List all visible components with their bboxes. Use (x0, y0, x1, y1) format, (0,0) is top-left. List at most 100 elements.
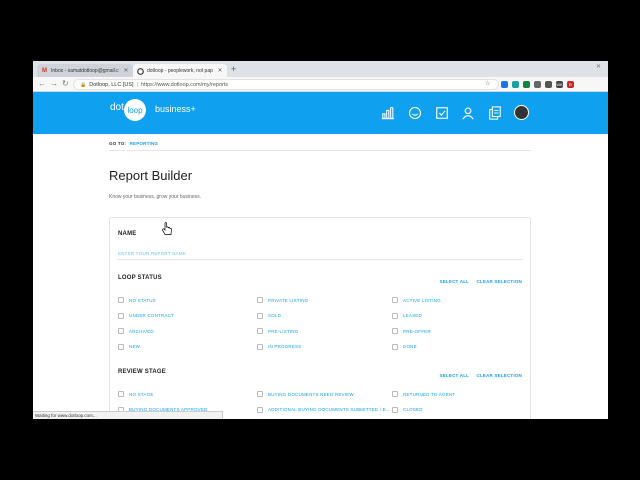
status-option[interactable]: RETURNED TO AGENT (392, 391, 455, 397)
close-icon[interactable]: ✕ (217, 67, 223, 74)
ext-gray-icon[interactable] (534, 81, 541, 88)
status-option[interactable]: PRIVATE LISTING (257, 297, 308, 303)
option-label: UNDER CONTRACT (129, 313, 175, 318)
status-option[interactable]: BUYING DOCUMENTS NEED REVIEW (257, 391, 354, 397)
tab-dotloop[interactable]: dotloop - peoplework, not pap ✕ (133, 64, 227, 77)
checkbox[interactable] (257, 406, 263, 413)
option-label: DONE (403, 344, 417, 349)
loops-circle-icon[interactable] (408, 106, 422, 120)
report-builder-form: NAME LOOP STATUS SELECT ALL CLEAR SELECT… (109, 217, 531, 419)
status-option[interactable]: UNDER CONTRACT (118, 312, 175, 319)
dotloop-favicon-icon (137, 67, 144, 75)
page-title: Report Builder (109, 168, 193, 183)
extensions-area: WK R (501, 80, 574, 89)
status-option[interactable]: SOLD (257, 312, 281, 319)
loop-status-actions: SELECT ALL CLEAR SELECTION (434, 279, 522, 284)
status-option[interactable]: LEASED (392, 312, 422, 319)
status-option[interactable]: CLOSED (392, 406, 423, 413)
checkbox[interactable] (118, 328, 124, 334)
back-arrow-icon[interactable]: ← (38, 79, 46, 89)
checkbox[interactable] (118, 391, 124, 397)
option-label: BUYING DOCUMENTS NEED REVIEW (268, 391, 354, 397)
review-stage-label: REVIEW STAGE (118, 369, 166, 375)
option-label: NO STATUS (129, 297, 156, 303)
status-option[interactable]: NO STAGE (118, 391, 154, 397)
new-tab-button[interactable]: + (231, 64, 236, 75)
reload-icon[interactable]: ↻ (62, 79, 69, 89)
breadcrumb: GO TO: REPORTING (109, 141, 158, 146)
option-label: RETURNED TO AGENT (403, 391, 456, 397)
site-identity: Dotloop, LLC [US] (89, 81, 134, 88)
status-option[interactable]: ADDITIONAL BUYING DOCUMENTS SUBMITTED / … (257, 406, 391, 413)
option-label: NO STAGE (129, 391, 154, 397)
checkbox[interactable] (257, 312, 263, 319)
url-text: https://www.dotloop.com/my/reports (141, 81, 229, 88)
clear-selection-button[interactable]: CLEAR SELECTION (476, 279, 522, 284)
ext-blue-icon[interactable] (501, 81, 508, 88)
checkbox[interactable] (118, 343, 124, 350)
status-option[interactable]: PRE-OFFER (392, 328, 431, 334)
checkbox[interactable] (392, 391, 398, 397)
browser-toolbar: ← → ↻ 🔒 Dotloop, LLC [US] | https://www.… (33, 77, 608, 92)
window-close-icon[interactable]: ✕ (596, 63, 604, 71)
checkbox[interactable] (392, 343, 398, 350)
logo-text-left: dot (110, 102, 124, 113)
forward-arrow-icon[interactable]: → (50, 79, 58, 89)
checkbox[interactable] (257, 391, 263, 397)
bookmark-star-icon[interactable]: ☆ (485, 80, 490, 87)
user-avatar[interactable] (514, 105, 529, 120)
contacts-person-icon[interactable] (461, 106, 475, 120)
checkbox[interactable] (257, 328, 263, 334)
checkbox[interactable] (392, 406, 398, 413)
status-option[interactable]: DONE (392, 343, 417, 350)
report-name-input[interactable] (118, 248, 523, 260)
templates-documents-icon[interactable] (488, 106, 502, 120)
checkbox[interactable] (257, 297, 263, 303)
divider (109, 150, 531, 151)
ext-teal-icon[interactable] (512, 81, 519, 88)
tab-title: dotloop - peoplework, not pap (147, 67, 213, 74)
option-label: IN PROGRESS (268, 344, 302, 349)
tasks-checkbox-icon[interactable] (435, 106, 449, 120)
tab-title: Inbox - samatdotloop@gmail.c (51, 67, 119, 74)
option-label: LEASED (403, 313, 422, 318)
select-all-button[interactable]: SELECT ALL (440, 279, 470, 284)
status-option[interactable]: NEW (118, 343, 141, 350)
reporting-link[interactable]: REPORTING (130, 141, 159, 146)
option-label: PRE-LISTING (268, 328, 299, 334)
option-label: NEW (129, 344, 141, 349)
option-label: ADDITIONAL BUYING DOCUMENTS SUBMITTED / … (268, 407, 391, 412)
app-header: dot loop business+ (33, 92, 608, 134)
option-label: ACTIVE LISTING (403, 297, 441, 303)
checkbox[interactable] (257, 343, 263, 350)
option-label: ARCHIVED (129, 328, 154, 334)
logo-circle[interactable]: loop (124, 99, 146, 121)
name-section-label: NAME (118, 231, 137, 237)
status-option[interactable]: ARCHIVED (118, 328, 154, 334)
browser-window: M Inbox - samatdotloop@gmail.c ✕ dotloop… (33, 61, 608, 419)
status-option[interactable]: ACTIVE LISTING (392, 297, 441, 303)
goto-label: GO TO: (109, 141, 127, 146)
reports-chart-icon[interactable] (381, 106, 395, 120)
status-option[interactable]: PRE-LISTING (257, 328, 298, 334)
status-option[interactable]: IN PROGRESS (257, 343, 302, 350)
select-all-button[interactable]: SELECT ALL (440, 373, 470, 378)
page-subtitle: Know your business, grow your business. (109, 194, 201, 200)
checkbox[interactable] (392, 297, 398, 303)
ext-r-icon[interactable]: R (567, 81, 574, 88)
checkbox[interactable] (118, 297, 124, 303)
close-icon[interactable]: ✕ (123, 67, 129, 74)
ext-green-icon[interactable] (523, 81, 530, 88)
tab-gmail-inbox[interactable]: M Inbox - samatdotloop@gmail.c ✕ (37, 64, 133, 77)
logo-text-right: business+ (155, 104, 196, 114)
clear-selection-button[interactable]: CLEAR SELECTION (476, 373, 522, 378)
ext-bookmark-icon[interactable] (545, 81, 552, 88)
hand-pointer-icon (162, 222, 172, 235)
checkbox[interactable] (392, 312, 398, 319)
address-bar[interactable]: 🔒 Dotloop, LLC [US] | https://www.dotloo… (73, 79, 499, 90)
checkbox[interactable] (392, 328, 398, 334)
status-option[interactable]: NO STATUS (118, 297, 156, 303)
checkbox[interactable] (118, 312, 124, 319)
tab-strip: M Inbox - samatdotloop@gmail.c ✕ dotloop… (33, 61, 608, 77)
ext-wk-icon[interactable]: WK (556, 81, 563, 88)
